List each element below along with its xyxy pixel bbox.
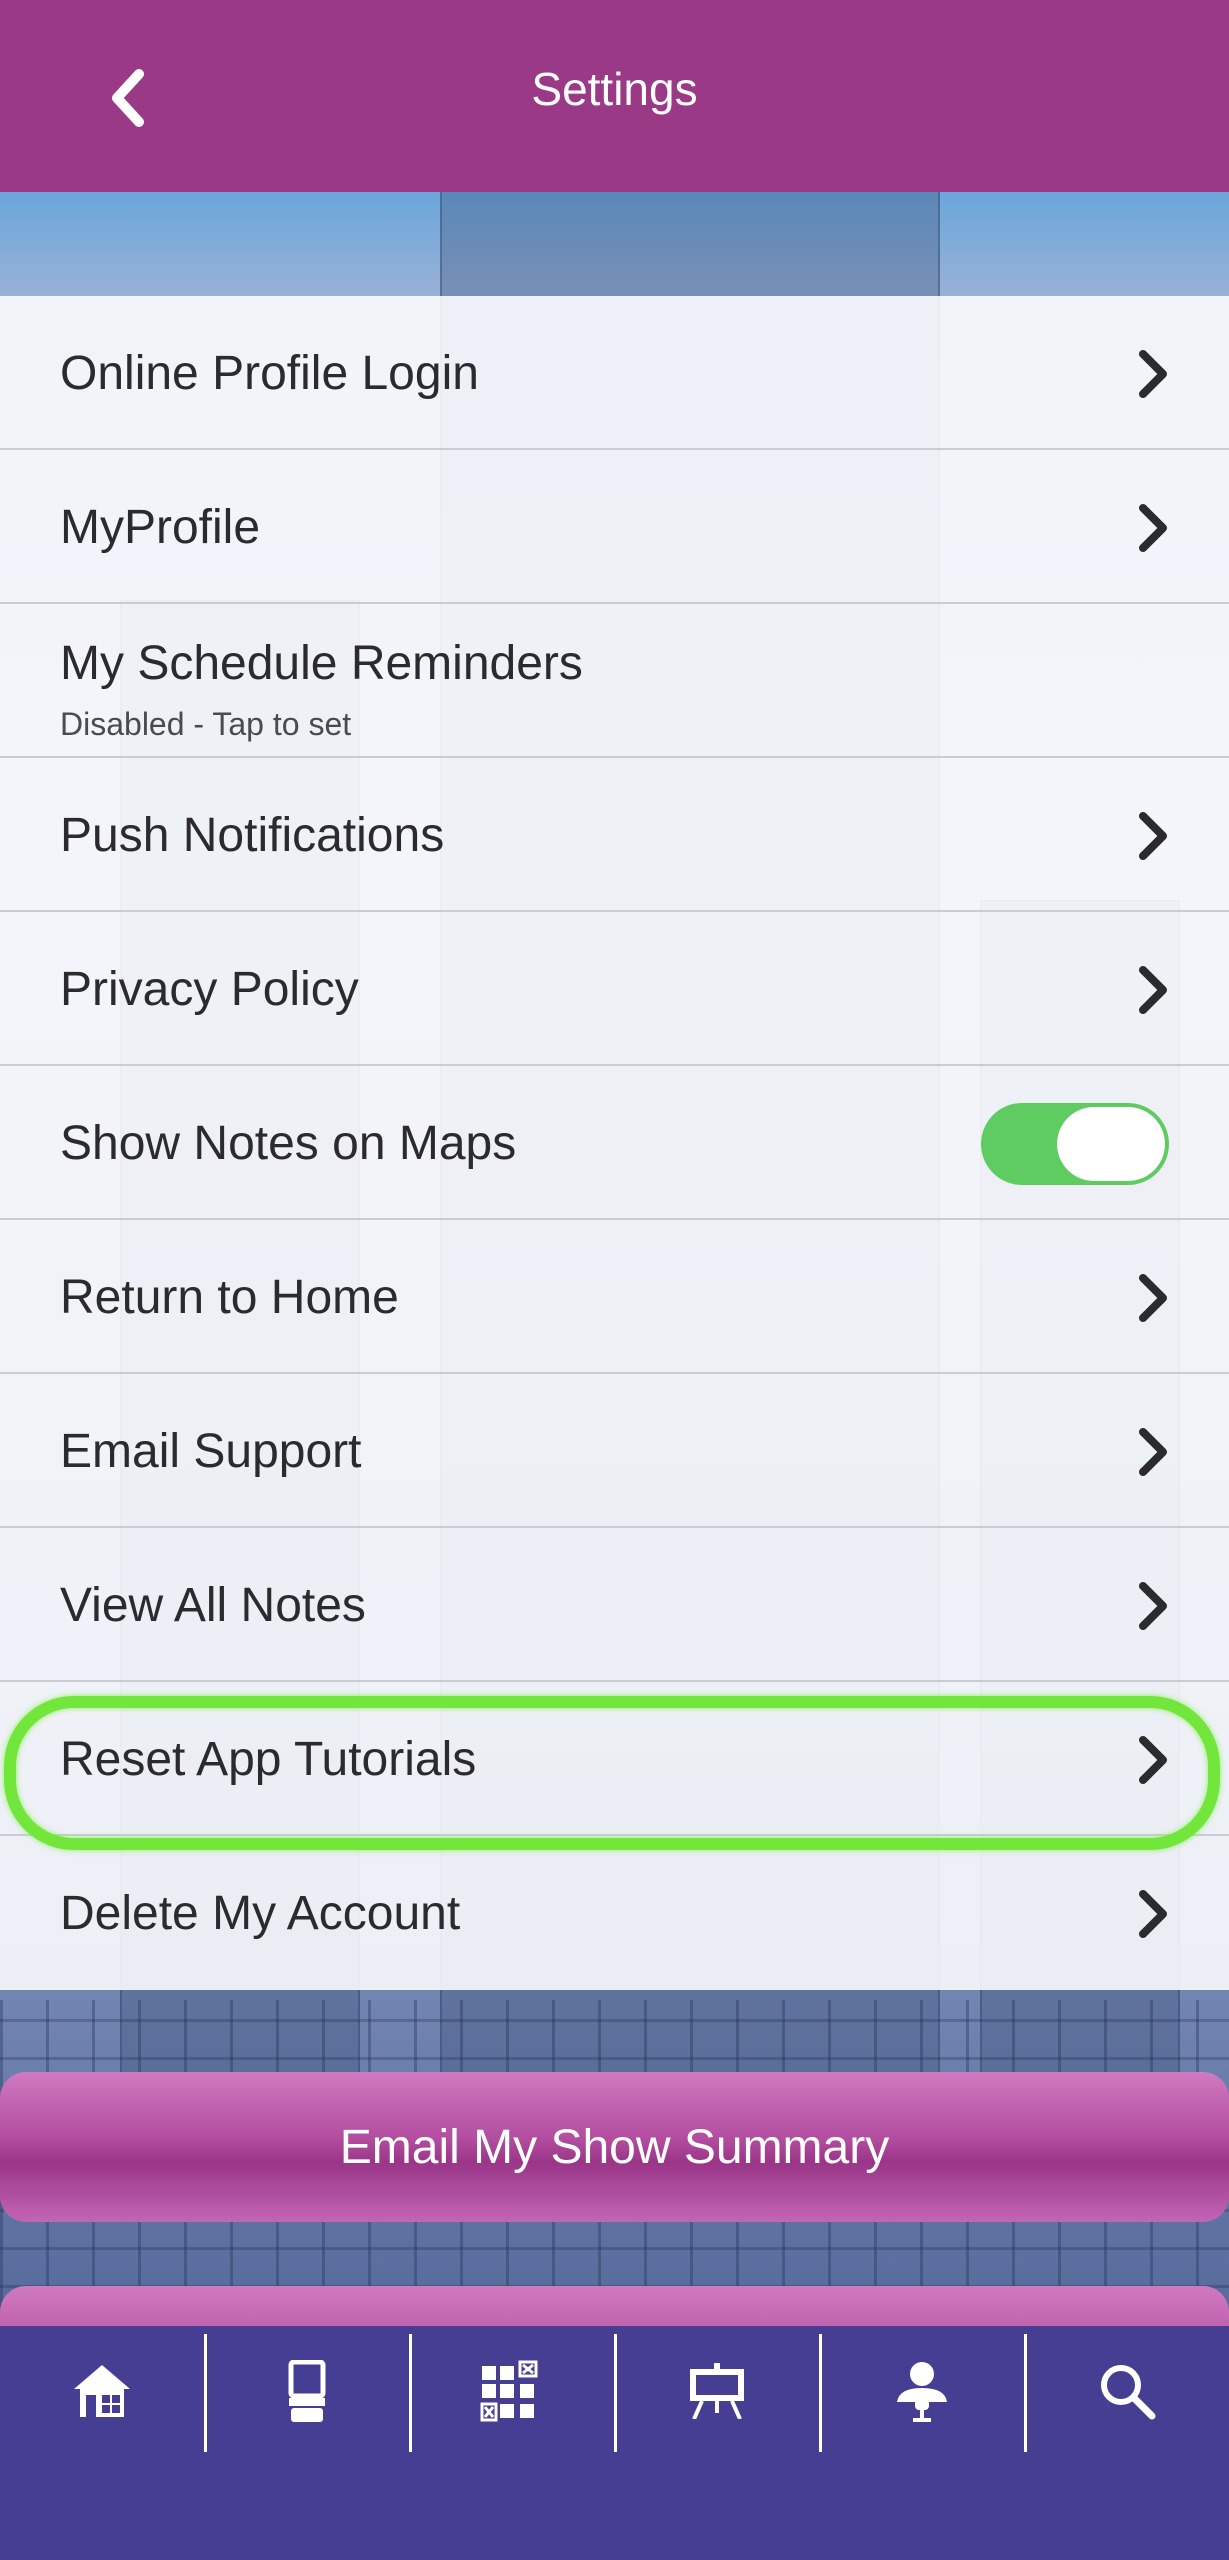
chevron-right-icon xyxy=(1139,812,1167,860)
nav-floorplan[interactable] xyxy=(410,2326,614,2456)
setting-email-support[interactable]: Email Support xyxy=(0,1374,1229,1528)
bottom-nav xyxy=(0,2326,1229,2560)
setting-schedule-reminders[interactable]: My Schedule Reminders Disabled - Tap to … xyxy=(0,604,1229,758)
chevron-right-icon xyxy=(1139,1890,1167,1938)
setting-label: My Schedule Reminders xyxy=(60,637,583,690)
nav-presentations[interactable] xyxy=(615,2326,819,2456)
setting-label: Return to Home xyxy=(60,1271,399,1324)
setting-push-notifications[interactable]: Push Notifications xyxy=(0,758,1229,912)
speaker-icon xyxy=(897,2362,947,2422)
page-title: Settings xyxy=(531,63,698,115)
setting-label: Show Notes on Maps xyxy=(60,1117,517,1170)
search-icon xyxy=(1101,2365,1156,2420)
show-notes-toggle[interactable] xyxy=(981,1103,1169,1185)
chevron-right-icon xyxy=(1139,1582,1167,1630)
chevron-right-icon xyxy=(1139,1274,1167,1322)
setting-privacy-policy[interactable]: Privacy Policy xyxy=(0,912,1229,1066)
setting-sublabel: Disabled - Tap to set xyxy=(60,706,352,742)
setting-delete-my-account[interactable]: Delete My Account xyxy=(0,1836,1229,1990)
chevron-right-icon xyxy=(1139,1736,1167,1784)
chevron-right-icon xyxy=(1139,1428,1167,1476)
floorplan-grid-icon xyxy=(480,2360,538,2422)
setting-label: Delete My Account xyxy=(60,1887,461,1940)
setting-view-all-notes[interactable]: View All Notes xyxy=(0,1528,1229,1682)
setting-label: Reset App Tutorials xyxy=(60,1733,477,1786)
setting-label: View All Notes xyxy=(60,1579,366,1632)
nav-home[interactable] xyxy=(0,2326,204,2456)
setting-label: MyProfile xyxy=(60,501,261,554)
chevron-right-icon xyxy=(1139,966,1167,1014)
setting-reset-app-tutorials[interactable]: Reset App Tutorials xyxy=(0,1682,1229,1836)
chevron-right-icon xyxy=(1139,350,1167,398)
top-bar: Settings xyxy=(0,0,1229,192)
presentation-board-icon xyxy=(690,2363,744,2419)
setting-show-notes-on-maps: Show Notes on Maps xyxy=(0,1066,1229,1220)
toggle-knob xyxy=(1057,1107,1165,1181)
setting-return-to-home[interactable]: Return to Home xyxy=(0,1220,1229,1374)
settings-list: Online Profile Login MyProfile My Schedu… xyxy=(0,296,1229,1990)
kiosk-icon xyxy=(288,2360,326,2422)
home-icon xyxy=(74,2365,130,2417)
setting-online-profile-login[interactable]: Online Profile Login xyxy=(0,296,1229,450)
chevron-right-icon xyxy=(1139,504,1167,552)
setting-label: Email Support xyxy=(60,1425,362,1478)
setting-label: Privacy Policy xyxy=(60,963,359,1016)
setting-label: Online Profile Login xyxy=(60,347,479,400)
setting-myprofile[interactable]: MyProfile xyxy=(0,450,1229,604)
email-show-summary-button[interactable]: Email My Show Summary xyxy=(0,2072,1229,2222)
nav-kiosk[interactable] xyxy=(205,2326,409,2456)
setting-label: Push Notifications xyxy=(60,809,445,862)
nav-search[interactable] xyxy=(1025,2326,1229,2456)
nav-speakers[interactable] xyxy=(820,2326,1024,2456)
